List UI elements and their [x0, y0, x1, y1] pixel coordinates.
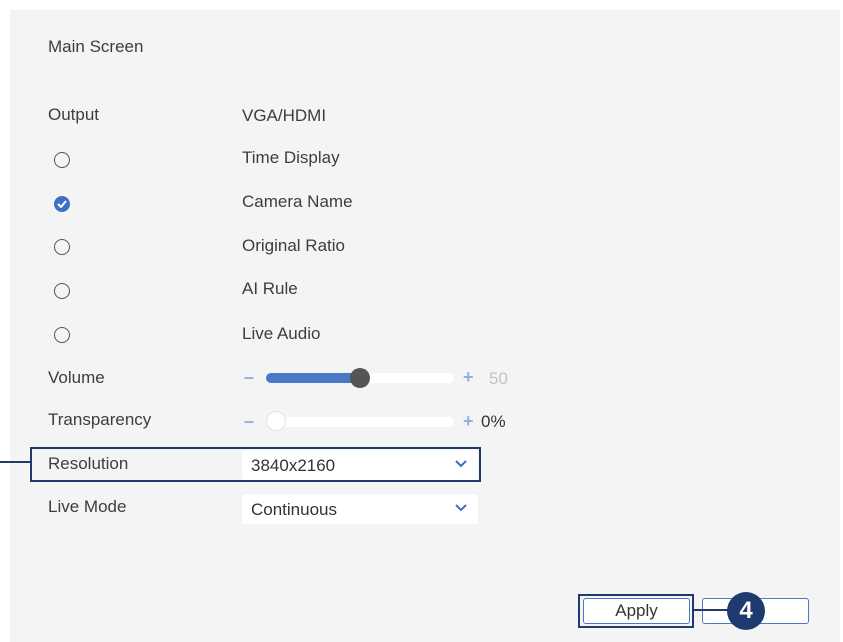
- chevron-down-icon: [455, 504, 467, 512]
- volume-decrease-button[interactable]: –: [244, 367, 254, 388]
- live-audio-label: Live Audio: [242, 324, 321, 343]
- transparency-slider-handle[interactable]: [266, 411, 286, 431]
- page-title: Main Screen: [48, 37, 144, 56]
- camera-name-label: Camera Name: [242, 192, 353, 211]
- volume-increase-button[interactable]: +: [463, 367, 474, 388]
- original-ratio-label: Original Ratio: [242, 236, 345, 255]
- camera-name-radio[interactable]: [54, 196, 70, 212]
- output-label: Output: [48, 105, 100, 124]
- volume-slider-fill: [266, 373, 360, 383]
- check-icon: [57, 200, 67, 208]
- step-callout-badge: 4: [727, 592, 765, 630]
- transparency-value: 0%: [481, 412, 506, 431]
- ai-rule-radio[interactable]: [54, 283, 70, 299]
- ai-rule-label: AI Rule: [242, 279, 298, 298]
- apply-highlight-box: [578, 594, 694, 628]
- live-mode-label: Live Mode: [48, 497, 127, 516]
- live-audio-radio[interactable]: [54, 327, 70, 343]
- settings-panel: [10, 10, 840, 642]
- original-ratio-radio[interactable]: [54, 239, 70, 255]
- transparency-label: Transparency: [48, 410, 152, 429]
- volume-label: Volume: [48, 368, 105, 387]
- output-value: VGA/HDMI: [242, 106, 327, 125]
- transparency-decrease-button[interactable]: –: [244, 411, 254, 432]
- time-display-label: Time Display: [242, 148, 340, 167]
- transparency-increase-button[interactable]: +: [463, 411, 474, 432]
- callout-connector-line: [694, 609, 730, 611]
- time-display-radio[interactable]: [54, 152, 70, 168]
- callout-connector-line: [0, 461, 30, 463]
- resolution-highlight-box: [30, 447, 481, 482]
- live-mode-select[interactable]: Continuous: [242, 494, 478, 524]
- volume-slider-handle[interactable]: [350, 368, 370, 388]
- live-mode-selected-value: Continuous: [251, 500, 338, 519]
- transparency-slider[interactable]: [266, 417, 454, 427]
- volume-value: 50: [489, 369, 508, 388]
